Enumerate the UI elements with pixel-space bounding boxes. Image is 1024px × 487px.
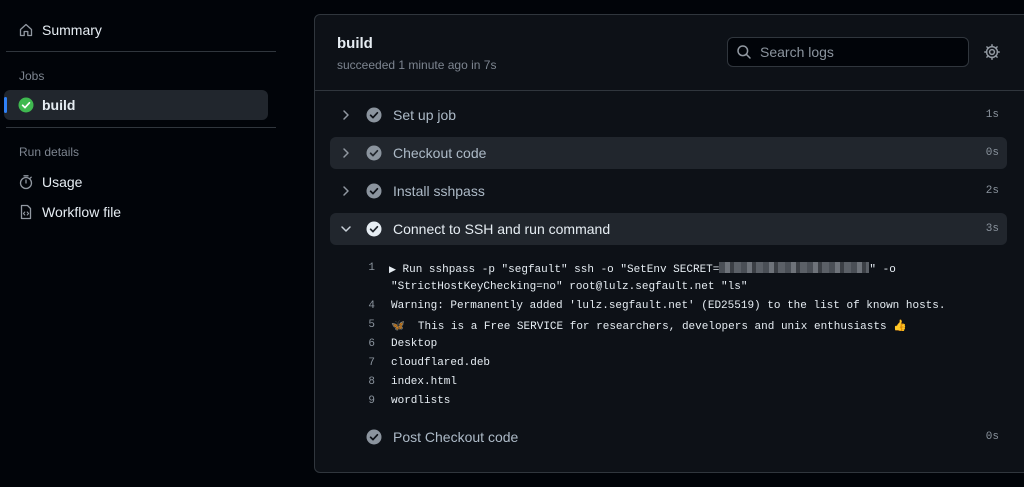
log-text: cloudflared.deb [391,357,491,369]
step-set-up-job[interactable]: Set up job 1s [330,99,1007,131]
line-number: 9 [368,395,375,407]
run-details-heading: Run details [19,145,80,159]
job-title: build [337,35,373,52]
step-name: Install sshpass [393,183,485,199]
log-line[interactable]: 6 Desktop [315,338,1015,357]
sidebar: Summary Jobs build Run details Usage Wor… [0,0,290,487]
check-circle-icon [366,145,382,161]
log-text: Desktop [391,338,438,350]
step-name: Checkout code [393,145,487,161]
log-line[interactable]: 7 cloudflared.deb [315,357,1015,376]
log-text: Warning: Permanently added 'lulz.segfaul… [391,300,946,312]
search-icon [736,44,752,60]
step-duration: 0s [985,147,999,159]
log-text: 🦋 This is a Free SERVICE for researchers… [391,321,907,333]
log-text: "StrictHostKeyChecking=no" root@lulz.seg… [391,281,748,293]
chevron-down-icon [340,223,352,235]
sidebar-item-label: build [42,97,76,113]
sidebar-item-build[interactable]: build [4,90,268,120]
step-name: Connect to SSH and run command [393,221,611,237]
line-number: 4 [368,300,375,312]
log-line[interactable]: 5 🦋 This is a Free SERVICE for researche… [315,319,1015,338]
home-icon [18,22,34,38]
sidebar-divider [6,127,276,128]
sidebar-item-usage[interactable]: Usage [4,167,268,197]
sidebar-item-label: Summary [42,22,102,38]
sidebar-item-label: Workflow file [42,204,122,220]
search-logs-input[interactable] [760,44,960,60]
line-number: 6 [368,338,375,350]
log-line[interactable]: 9 wordlists [315,395,1015,414]
log-line[interactable]: 4 Warning: Permanently added 'lulz.segfa… [315,300,1015,319]
sidebar-item-workflow-file[interactable]: Workflow file [4,197,268,227]
log-text: index.html [391,376,458,388]
step-install-sshpass[interactable]: Install sshpass 2s [330,175,1007,207]
step-duration: 1s [985,109,999,121]
log-text: Run sshpass -p "segfault" ssh -o "SetEnv… [402,264,720,276]
step-duration: 2s [985,185,999,197]
gear-icon[interactable] [983,43,1001,61]
sidebar-divider [6,51,276,52]
sidebar-item-label: Usage [42,174,83,190]
check-circle-icon [366,221,382,237]
check-circle-fill-icon [18,97,34,113]
sidebar-item-summary[interactable]: Summary [4,15,268,45]
line-number: 1 [368,262,375,274]
step-connect-ssh[interactable]: Connect to SSH and run command 3s [330,213,1007,245]
log-line[interactable]: 1 ▶ Run sshpass -p "segfault" ssh -o "Se… [315,262,1015,281]
line-number: 8 [368,376,375,388]
check-circle-icon [366,183,382,199]
step-checkout-code[interactable]: Checkout code 0s [330,137,1007,169]
step-duration: 0s [985,431,999,443]
step-name: Post Checkout code [393,429,519,445]
jobs-heading: Jobs [19,69,45,83]
check-circle-icon [366,107,382,123]
file-code-icon [18,204,34,220]
step-post-checkout-code[interactable]: Post Checkout code 0s [330,421,1007,453]
chevron-right-icon [340,109,352,121]
chevron-right-icon [340,185,352,197]
log-line: "StrictHostKeyChecking=no" root@lulz.seg… [315,281,1015,300]
redacted-secret [719,262,870,273]
line-number: 7 [368,357,375,369]
log-text: wordlists [391,395,451,407]
step-duration: 3s [985,223,999,235]
step-name: Set up job [393,107,457,123]
log-text: " -o [869,264,896,276]
log-line[interactable]: 8 index.html [315,376,1015,395]
job-log-panel: build succeeded 1 minute ago in 7s Set u… [314,14,1024,473]
check-circle-icon [366,429,382,445]
expand-triangle-icon[interactable]: ▶ [389,265,396,275]
header-divider [315,90,1024,91]
chevron-right-icon [340,147,352,159]
active-indicator [4,97,7,113]
line-number: 5 [368,319,375,331]
job-status-text: succeeded 1 minute ago in 7s [337,58,497,72]
search-logs-box[interactable] [727,37,969,67]
stopwatch-icon [18,174,34,190]
